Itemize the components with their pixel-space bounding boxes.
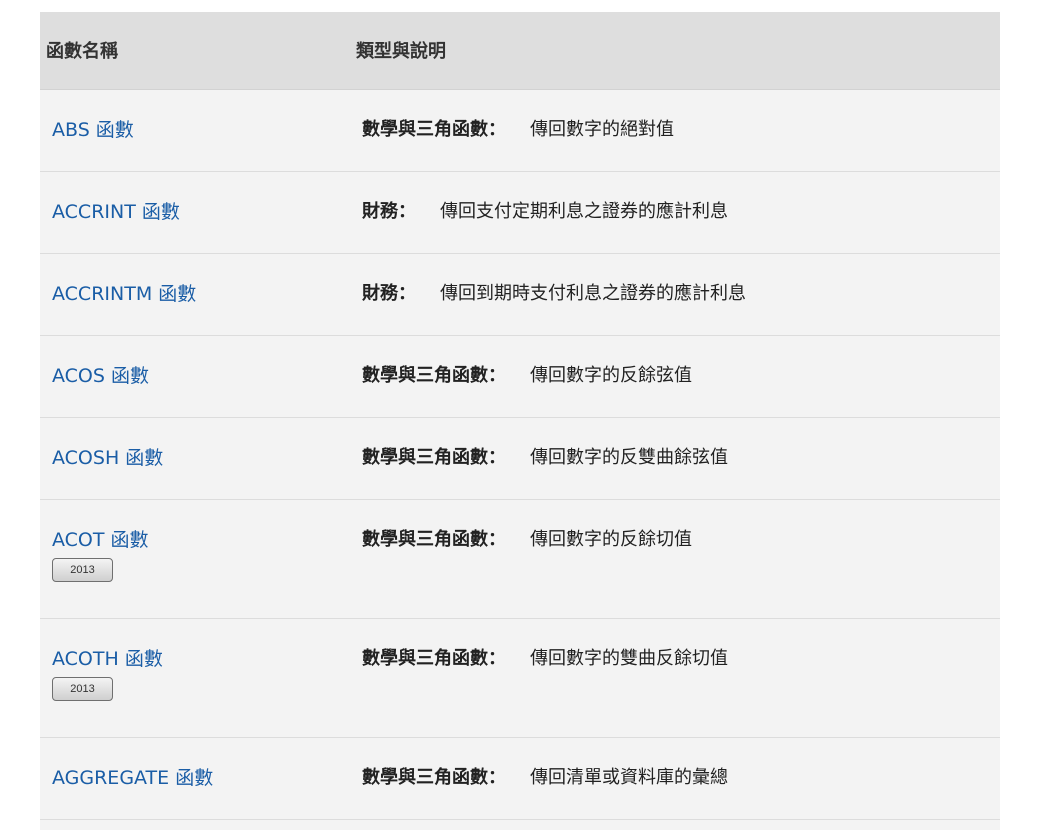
category-colon: ： (488, 119, 506, 140)
row-description: 數學與三角函數： 傳回數字的反雙曲餘弦值 (362, 446, 728, 470)
category-colon: ： (488, 767, 506, 788)
table-row: ACCRINT 函數 財務： 傳回支付定期利息之證券的應計利息 (40, 172, 1000, 254)
function-link-accrintm[interactable]: ACCRINTM 函數 (52, 282, 196, 306)
row-description: 數學與三角函數： 傳回清單或資料庫的彙總 (362, 766, 728, 790)
function-link-acos[interactable]: ACOS 函數 (52, 364, 149, 388)
table-row: ACOS 函數 數學與三角函數： 傳回數字的反餘弦值 (40, 336, 1000, 418)
category-label: 數學與三角函數 (362, 447, 488, 468)
category-label: 數學與三角函數 (362, 119, 488, 140)
function-link-aggregate[interactable]: AGGREGATE 函數 (52, 766, 213, 790)
table-row: ACOTH 函數 2013 數學與三角函數： 傳回數字的雙曲反餘切值 (40, 619, 1000, 738)
table-row: ACCRINTM 函數 財務： 傳回到期時支付利息之證券的應計利息 (40, 254, 1000, 336)
category-colon: ： (488, 365, 506, 386)
category-label: 數學與三角函數 (362, 529, 488, 550)
category-label: 數學與三角函數 (362, 648, 488, 669)
function-link-acoth[interactable]: ACOTH 函數 (52, 647, 163, 671)
description-text: 傳回數字的反餘弦值 (530, 365, 692, 386)
table-row: AGGREGATE 函數 數學與三角函數： 傳回清單或資料庫的彙總 (40, 738, 1000, 820)
version-badge: 2013 (52, 558, 113, 582)
category-label: 數學與三角函數 (362, 365, 488, 386)
category-colon: ： (488, 447, 506, 468)
function-link-abs[interactable]: ABS 函數 (52, 118, 134, 142)
row-description: 財務： 傳回到期時支付利息之證券的應計利息 (362, 282, 746, 306)
description-text: 傳回數字的反雙曲餘弦值 (530, 447, 728, 468)
description-text: 傳回支付定期利息之證券的應計利息 (440, 201, 728, 222)
row-description: 數學與三角函數： 傳回數字的絕對值 (362, 118, 674, 142)
function-link-accrint[interactable]: ACCRINT 函數 (52, 200, 180, 224)
description-text: 傳回數字的反餘切值 (530, 529, 692, 550)
description-text: 傳回數字的絕對值 (530, 119, 674, 140)
description-text: 傳回數字的雙曲反餘切值 (530, 648, 728, 669)
category-colon: ： (488, 529, 506, 550)
table-header: 函數名稱 類型與說明 (40, 12, 1000, 90)
functions-table: 函數名稱 類型與說明 ABS 函數 數學與三角函數： 傳回數字的絕對值 ACCRI… (40, 12, 1000, 830)
category-colon: ： (398, 283, 416, 304)
row-description: 數學與三角函數： 傳回數字的反餘弦值 (362, 364, 692, 388)
category-label: 財務 (362, 283, 398, 304)
category-colon: ： (488, 648, 506, 669)
function-link-acosh[interactable]: ACOSH 函數 (52, 446, 163, 470)
column-header-description: 類型與說明 (356, 41, 446, 62)
row-description: 財務： 傳回支付定期利息之證券的應計利息 (362, 200, 728, 224)
table-row: ACOT 函數 2013 數學與三角函數： 傳回數字的反餘切值 (40, 500, 1000, 619)
category-label: 財務 (362, 201, 398, 222)
category-colon: ： (398, 201, 416, 222)
table-row: ACOSH 函數 數學與三角函數： 傳回數字的反雙曲餘弦值 (40, 418, 1000, 500)
row-description: 數學與三角函數： 傳回數字的反餘切值 (362, 528, 692, 552)
table-row: ABS 函數 數學與三角函數： 傳回數字的絕對值 (40, 90, 1000, 172)
description-text: 傳回到期時支付利息之證券的應計利息 (440, 283, 746, 304)
description-text: 傳回清單或資料庫的彙總 (530, 767, 728, 788)
category-label: 數學與三角函數 (362, 767, 488, 788)
column-header-name: 函數名稱 (46, 41, 118, 62)
function-link-acot[interactable]: ACOT 函數 (52, 528, 149, 552)
row-description: 數學與三角函數： 傳回數字的雙曲反餘切值 (362, 647, 728, 671)
version-badge: 2013 (52, 677, 113, 701)
